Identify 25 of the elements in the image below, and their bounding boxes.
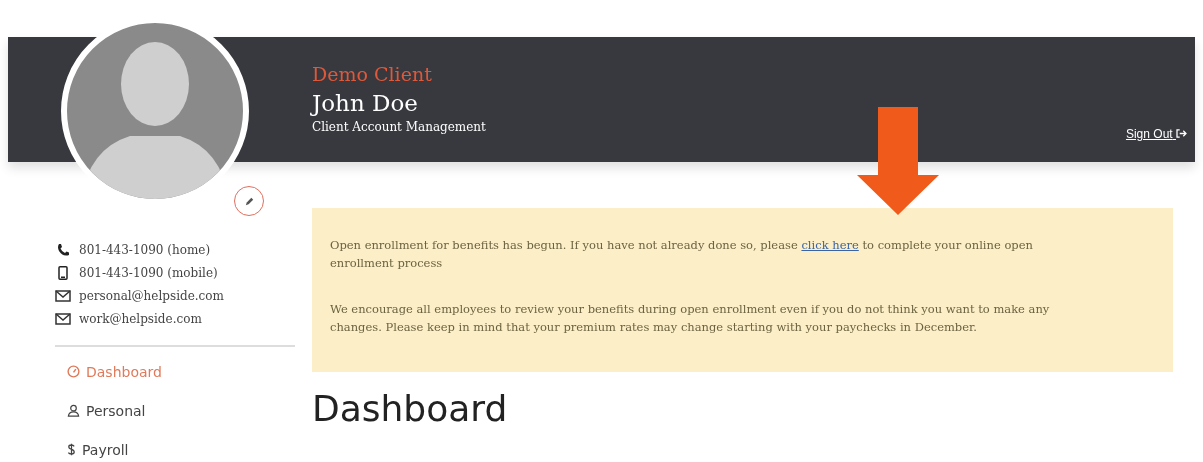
user-name: John Doe (312, 89, 419, 118)
click-here-link[interactable]: click here (801, 238, 859, 252)
envelope-icon (55, 313, 71, 325)
notice-text: Open enrollment for benefits has begun. If you have not already done so, please click here to complete your online open enrollment process (330, 237, 1034, 272)
company-name: Demo Client (312, 62, 433, 87)
gauge-icon (67, 365, 80, 378)
page-title: Dashboard (312, 388, 509, 429)
contact-text: 801-443-1090 (mobile) (79, 266, 218, 280)
header-subtitle: Client Account Management (312, 119, 486, 135)
person-icon (67, 404, 80, 417)
mobile-phone-icon (55, 266, 71, 280)
edit-avatar-button[interactable] (234, 186, 264, 216)
nav-item[interactable]: Personal (67, 396, 146, 425)
sign-out-link[interactable]: Sign Out (1125, 127, 1187, 141)
envelope-icon (55, 290, 71, 302)
dollar-icon (67, 443, 76, 456)
sign-out-icon (1176, 129, 1187, 138)
phone-icon (55, 243, 71, 257)
contact-text: 801-443-1090 (home) (79, 243, 211, 257)
nav-item[interactable]: Payroll (67, 435, 129, 462)
notice-text: We encourage all employees to review your benefits during open enrollment even if you do not think you want to make any changes. Please keep in mind that your premium rates may change starting with your paychecks in December. (330, 301, 1051, 336)
arrow-annotation-icon (857, 107, 939, 215)
contact-text: work@helpside.com (79, 312, 202, 326)
contact-text: personal@helpside.com (79, 289, 224, 303)
pencil-icon (243, 195, 255, 207)
